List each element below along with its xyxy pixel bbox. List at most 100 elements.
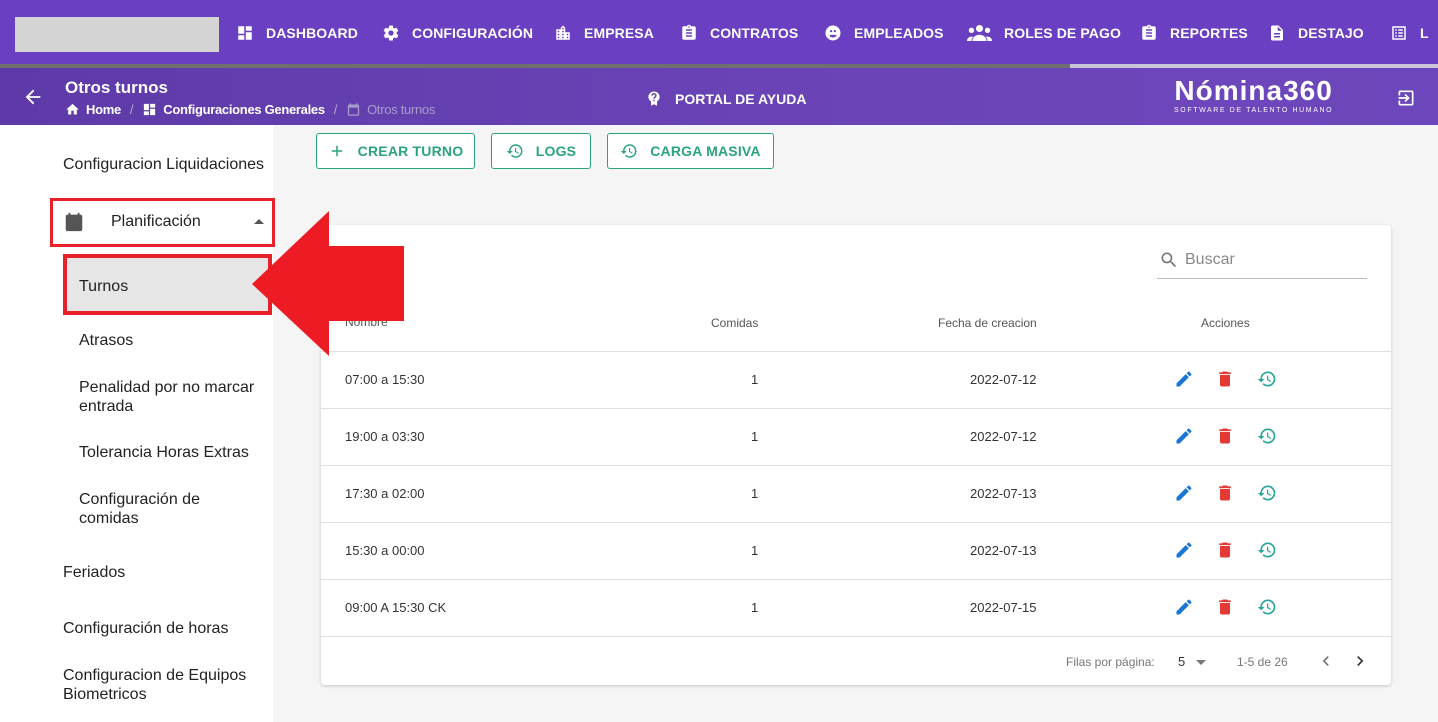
column-header-comidas[interactable]: Comidas xyxy=(711,316,758,330)
search-placeholder: Buscar xyxy=(1185,251,1235,268)
list-icon xyxy=(1392,26,1406,40)
cell-nombre: 19:00 a 03:30 xyxy=(345,429,425,444)
dashboard-icon xyxy=(144,103,156,116)
nav-list[interactable]: L xyxy=(1390,0,1429,66)
plus-icon xyxy=(331,145,342,157)
delete-icon[interactable] xyxy=(1215,426,1235,446)
brand-name: Nómina360 xyxy=(1174,75,1333,106)
edit-icon[interactable] xyxy=(1174,369,1194,389)
search-input[interactable]: Buscar xyxy=(1157,243,1367,279)
nav-empresa[interactable]: EMPRESA xyxy=(554,0,654,66)
chevron-left-icon[interactable] xyxy=(1316,651,1336,671)
nav-empresa-label: EMPRESA xyxy=(584,25,654,41)
calendar-icon xyxy=(347,103,360,116)
cell-fecha: 2022-07-13 xyxy=(970,543,1037,558)
cell-comidas: 1 xyxy=(751,543,759,558)
history-icon[interactable] xyxy=(1257,426,1277,446)
sidebar-item-atrasos[interactable]: Atrasos xyxy=(79,331,269,350)
delete-icon[interactable] xyxy=(1215,369,1235,389)
create-shift-button[interactable]: CREAR TURNO xyxy=(316,133,475,169)
nav-dashboard-label: DASHBOARD xyxy=(266,25,358,41)
sidebar-item-config-horas[interactable]: Configuración de horas xyxy=(63,619,228,638)
nav-reportes-label: REPORTES xyxy=(1170,25,1248,41)
breadcrumb-config[interactable]: Configuraciones Generales xyxy=(142,102,325,117)
rows-per-page-select[interactable]: 5 xyxy=(1178,654,1185,669)
top-navbar: DASHBOARD CONFIGURACIÓN EMPRESA CONTRATO… xyxy=(0,0,1438,68)
bulk-upload-button[interactable]: CARGA MASIVA xyxy=(607,133,774,169)
nav-destajo-label: DESTAJO xyxy=(1298,25,1364,41)
delete-icon[interactable] xyxy=(1215,540,1235,560)
sidebar-item-label: Turnos xyxy=(79,278,129,295)
sidebar-item-feriados[interactable]: Feriados xyxy=(63,563,125,582)
cell-comidas: 1 xyxy=(751,429,759,444)
table-row: 07:00 a 15:30 1 2022-07-12 xyxy=(321,351,1391,408)
bulk-upload-label: CARGA MASIVA xyxy=(650,143,761,159)
chevron-down-icon[interactable] xyxy=(1196,660,1206,665)
edit-icon[interactable] xyxy=(1174,597,1194,617)
clipboard-icon xyxy=(682,24,696,40)
cell-fecha: 2022-07-12 xyxy=(970,372,1037,387)
nav-dashboard[interactable]: DASHBOARD xyxy=(236,0,358,66)
face-icon xyxy=(825,25,841,41)
history-icon[interactable] xyxy=(1257,483,1277,503)
cell-nombre: 15:30 a 00:00 xyxy=(345,543,425,558)
edit-icon[interactable] xyxy=(1174,540,1194,560)
nav-configuracion-label: CONFIGURACIÓN xyxy=(412,25,534,41)
breadcrumb-current: Otros turnos xyxy=(346,102,435,117)
pagination-range: 1-5 de 26 xyxy=(1237,655,1288,669)
dashboard-icon xyxy=(238,26,252,40)
nav-empleados[interactable]: EMPLEADOS xyxy=(824,0,944,66)
home-icon xyxy=(66,103,79,115)
sidebar-item-config-biometricos[interactable]: Configuracion de Equipos Biometricos xyxy=(63,666,263,704)
history-icon[interactable] xyxy=(1257,369,1277,389)
brand-logo: Nómina360 SOFTWARE DE TALENTO HUMANO xyxy=(1174,75,1333,115)
back-arrow-icon[interactable] xyxy=(22,86,44,108)
sidebar-item-config-liquidaciones[interactable]: Configuracion Liquidaciones xyxy=(63,155,264,174)
create-shift-label: CREAR TURNO xyxy=(357,143,464,159)
page-title: Otros turnos xyxy=(65,78,168,97)
delete-icon[interactable] xyxy=(1215,597,1235,617)
company-logo[interactable] xyxy=(15,17,219,52)
breadcrumb-home[interactable]: Home xyxy=(65,102,121,117)
page-header: Otros turnos Home / Configuraciones Gene… xyxy=(0,68,1438,125)
report-icon xyxy=(1142,24,1156,40)
logs-button[interactable]: LOGS xyxy=(491,133,591,169)
cell-fecha: 2022-07-15 xyxy=(970,600,1037,615)
edit-icon[interactable] xyxy=(1174,483,1194,503)
shifts-table-card: Buscar Nombre Comidas Fecha de creacion … xyxy=(321,225,1391,685)
cell-fecha: 2022-07-12 xyxy=(970,429,1037,444)
chevron-right-icon[interactable] xyxy=(1350,651,1370,671)
group-icon xyxy=(967,24,992,42)
breadcrumb-separator: / xyxy=(333,102,338,117)
logout-icon[interactable] xyxy=(1396,88,1416,108)
nav-destajo[interactable]: DESTAJO xyxy=(1268,0,1364,66)
history-icon xyxy=(506,144,523,158)
nav-contratos[interactable]: CONTRATOS xyxy=(680,0,798,66)
sidebar-item-penalidad[interactable]: Penalidad por no marcar entrada xyxy=(79,378,269,416)
sidebar-item-turnos[interactable]: Turnos xyxy=(63,254,272,315)
nav-roles-de-pago[interactable]: ROLES DE PAGO xyxy=(967,0,1121,66)
nav-list-label: L xyxy=(1420,25,1429,41)
sidebar-item-config-comidas[interactable]: Configuración de comidas xyxy=(79,490,229,528)
cell-nombre: 07:00 a 15:30 xyxy=(345,372,425,387)
nav-reportes[interactable]: REPORTES xyxy=(1140,0,1248,66)
cell-comidas: 1 xyxy=(751,600,759,615)
edit-icon[interactable] xyxy=(1174,426,1194,446)
history-icon[interactable] xyxy=(1257,540,1277,560)
sidebar-group-planificacion[interactable]: Planificación xyxy=(50,198,275,247)
delete-icon[interactable] xyxy=(1215,483,1235,503)
cell-nombre: 09:00 A 15:30 CK xyxy=(345,600,447,615)
nav-roles-label: ROLES DE PAGO xyxy=(1004,25,1121,41)
sidebar-item-tolerancia[interactable]: Tolerancia Horas Extras xyxy=(79,443,269,462)
help-portal-link[interactable]: PORTAL DE AYUDA xyxy=(645,90,806,108)
table-pagination: Filas por página: 5 1-5 de 26 xyxy=(321,636,1391,685)
history-icon[interactable] xyxy=(1257,597,1277,617)
breadcrumb-config-label: Configuraciones Generales xyxy=(163,102,325,117)
history-icon xyxy=(620,144,637,158)
sidebar-group-label: Planificación xyxy=(111,213,201,230)
breadcrumb-home-label: Home xyxy=(86,102,121,117)
nav-configuracion[interactable]: CONFIGURACIÓN xyxy=(382,0,533,66)
column-header-fecha[interactable]: Fecha de creacion xyxy=(938,316,1037,330)
calendar-icon xyxy=(65,212,83,232)
building-icon xyxy=(556,25,570,40)
